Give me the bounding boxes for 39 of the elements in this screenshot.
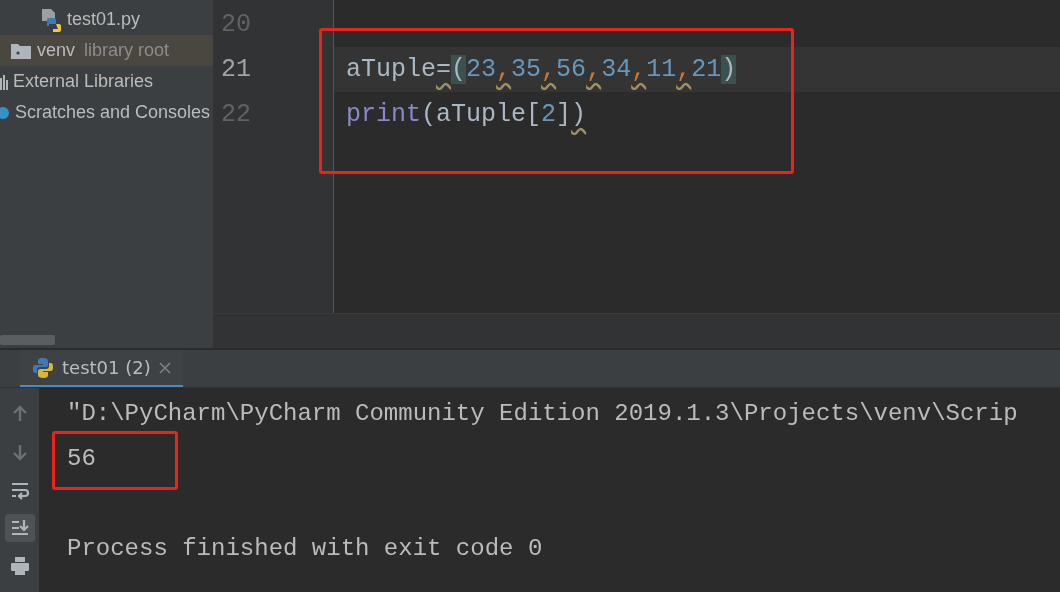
console-line: Process finished with exit code 0: [67, 534, 543, 564]
tree-item-note: library root: [84, 40, 170, 61]
code-token: [: [526, 100, 542, 129]
code-token: ,: [631, 55, 647, 84]
code-token: 56: [556, 55, 587, 84]
console-line: "D:\PyCharm\PyCharm Community Edition 2019.1.3\Projects\venv\Scrip: [67, 399, 1018, 429]
python-icon: [32, 356, 54, 379]
scroll-to-end-icon[interactable]: [4, 514, 35, 542]
library-icon: [0, 73, 8, 90]
code-token: ): [571, 100, 587, 129]
console-line: 56: [67, 444, 96, 474]
code-token: 11: [646, 55, 677, 84]
tree-item[interactable]: venv library root: [0, 35, 213, 66]
code-token: 23: [466, 55, 497, 84]
code-token: aTuple: [436, 100, 527, 129]
code-token: (: [421, 100, 437, 129]
scrollbar-thumb[interactable]: [0, 335, 55, 345]
tree-item[interactable]: External Libraries: [0, 66, 213, 97]
folder-icon: [10, 41, 32, 60]
tree-item[interactable]: test01.py: [0, 4, 213, 35]
code-token: print: [346, 100, 421, 129]
code-token: ,: [541, 55, 557, 84]
tree-item[interactable]: Scratches and Consoles: [0, 97, 213, 128]
code-token: 2: [541, 100, 557, 129]
code-token: aTuple: [346, 55, 436, 84]
python-file-icon: [40, 7, 62, 32]
code-token: ]: [556, 100, 572, 129]
code-token: ,: [496, 55, 512, 84]
code-token: ,: [586, 55, 602, 84]
code-token: ,: [676, 55, 692, 84]
code-token: (: [451, 55, 467, 84]
code-token: 21: [691, 55, 722, 84]
code-token: =: [436, 55, 452, 84]
code-token: 35: [511, 55, 542, 84]
close-icon[interactable]: [158, 361, 171, 374]
code-token: ): [721, 55, 737, 84]
line-number: 21: [220, 54, 252, 86]
code-token: 34: [601, 55, 632, 84]
scratches-icon: [0, 105, 10, 120]
